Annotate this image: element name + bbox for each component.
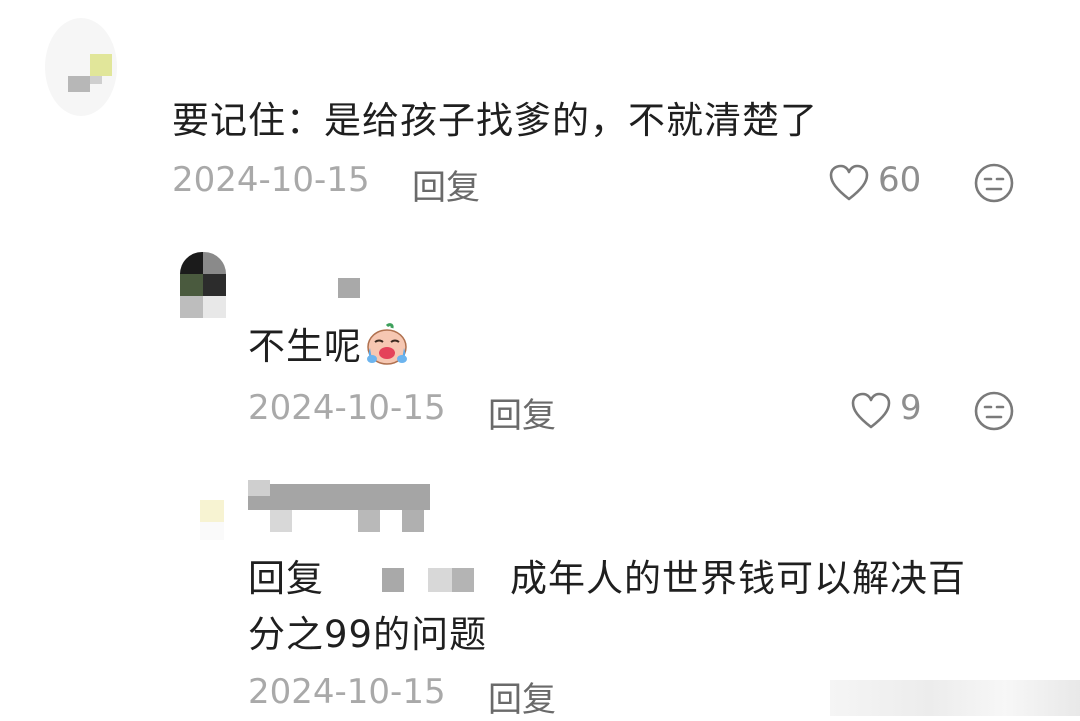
neutral-face-icon (974, 163, 1014, 203)
comment-date: 2024-10-15 (172, 160, 370, 200)
comment-1: 要记住：是给孩子找爹的，不就清楚了 2024-10-15 回复 60 (0, 0, 1080, 230)
comment-text-line1: 成年人的世界钱可以解决百 (510, 557, 966, 600)
like-count: 60 (878, 160, 922, 200)
comment-text: 不生呢 (248, 316, 410, 372)
avatar[interactable] (192, 486, 228, 546)
comment-3: 回复 成年人的世界钱可以解决百 分之99的问题 2024-10-15 回复 (0, 470, 1080, 720)
dislike-button[interactable] (973, 162, 1015, 204)
username-redacted[interactable] (338, 278, 360, 298)
like-button[interactable] (828, 163, 870, 203)
reply-button[interactable]: 回复 (488, 672, 556, 721)
mentioned-user-redacted[interactable] (382, 568, 474, 592)
neutral-face-icon (974, 391, 1014, 431)
comment-text: 要记住：是给孩子找爹的，不就清楚了 (172, 99, 818, 142)
comment-2: 不生呢 2024-10-15 回复 9 (0, 230, 1080, 470)
like-count: 9 (900, 388, 922, 428)
cropped-action-icons (830, 680, 1080, 716)
reply-button[interactable]: 回复 (412, 160, 480, 209)
comment-date: 2024-10-15 (248, 388, 446, 428)
heart-outline-icon (851, 392, 891, 429)
username-redacted[interactable] (248, 480, 430, 532)
dislike-button[interactable] (973, 390, 1015, 432)
crying-laughing-emoji (364, 322, 410, 368)
reply-button[interactable]: 回复 (488, 388, 556, 437)
comment-date: 2024-10-15 (248, 672, 446, 712)
like-button[interactable] (850, 391, 892, 431)
heart-outline-icon (829, 164, 869, 201)
avatar[interactable] (45, 18, 117, 116)
comment-text-line2: 分之99的问题 (248, 613, 488, 656)
reply-prefix: 回复 (248, 557, 324, 600)
avatar[interactable] (180, 252, 226, 318)
comment-text-content: 不生呢 (248, 325, 362, 368)
